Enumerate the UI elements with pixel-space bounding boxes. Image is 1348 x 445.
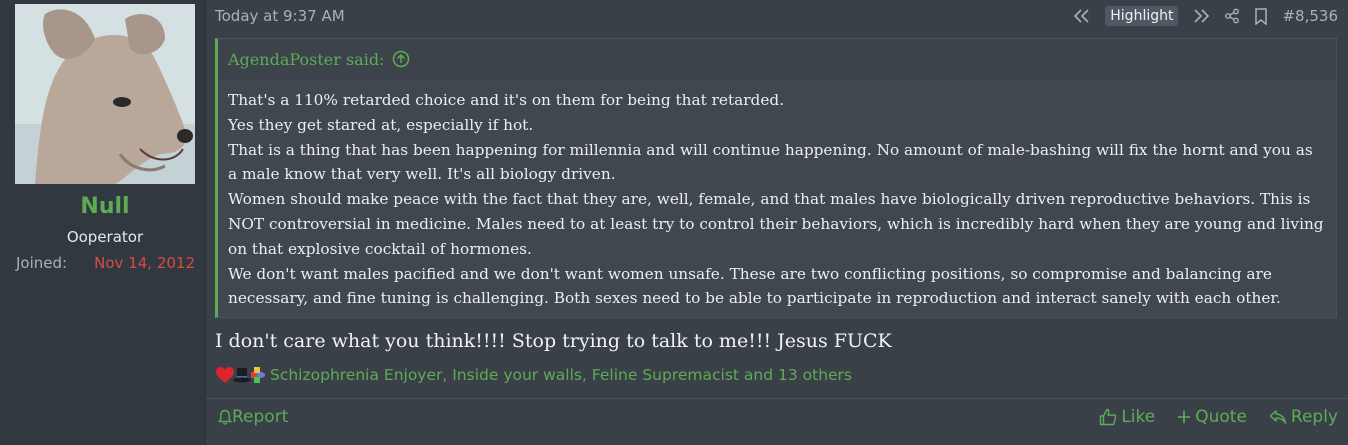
user-info-panel: Null Ooperator Joined: Nov 14, 2012 <box>0 0 206 445</box>
dog-avatar-icon[interactable] <box>15 4 195 184</box>
joined-date: Nov 14, 2012 <box>94 254 195 272</box>
reply-arrow-icon <box>1269 410 1287 424</box>
quote-line: Women should make peace with the fact th… <box>228 190 1324 258</box>
quote-label: Quote <box>1195 407 1247 427</box>
report-button[interactable]: Report <box>218 407 288 427</box>
post-actions: Like Quote Reply <box>1099 407 1338 427</box>
quote-block: AgendaPoster said: That's a 110% retarde… <box>215 38 1337 318</box>
thumbs-up-icon <box>1100 408 1117 426</box>
bookmark-icon[interactable] <box>1254 7 1268 25</box>
quote-line: That's a 110% retarded choice and it's o… <box>228 91 785 109</box>
puzzle-piece-icon[interactable] <box>249 366 267 384</box>
post-main: Today at 9:37 AM Highlight #8,536 Agenda… <box>206 0 1348 445</box>
quote-line: Yes they get stared at, especially if ho… <box>228 115 534 134</box>
user-title: Ooperator <box>66 228 144 246</box>
post-header-actions: Highlight #8,536 <box>1059 5 1338 27</box>
quote-line: That is a thing that has been happening … <box>228 140 1313 184</box>
quote-body: That's a 110% retarded choice and it's o… <box>218 79 1336 311</box>
bell-icon <box>218 409 232 425</box>
quote-author[interactable]: AgendaPoster said: <box>228 50 384 69</box>
reply-button[interactable]: Reply <box>1269 407 1338 427</box>
quote-button[interactable]: Quote <box>1177 407 1247 427</box>
post-timestamp[interactable]: Today at 9:37 AM <box>215 7 345 25</box>
quote-header[interactable]: AgendaPoster said: <box>218 39 1336 79</box>
report-label: Report <box>232 407 289 427</box>
reaction-icons[interactable] <box>215 366 267 384</box>
like-button[interactable]: Like <box>1099 407 1155 427</box>
arrow-up-circle-icon[interactable] <box>392 50 410 68</box>
username[interactable]: Null <box>0 194 210 219</box>
reactions-list[interactable]: Schizophrenia Enjoyer, Inside your walls… <box>270 366 852 384</box>
post-footer: Report Like Quote Reply <box>206 398 1348 439</box>
reply-label: Reply <box>1290 407 1338 427</box>
joined-label: Joined: <box>16 254 68 272</box>
rewind-icon[interactable] <box>1073 9 1091 23</box>
post-message: I don't care what you think!!!! Stop try… <box>215 330 892 352</box>
share-icon[interactable] <box>1224 8 1240 24</box>
like-label: Like <box>1121 407 1156 427</box>
plus-icon <box>1178 411 1191 423</box>
highlight-button[interactable]: Highlight <box>1105 6 1179 26</box>
reactions-bar[interactable]: Schizophrenia Enjoyer, Inside your walls… <box>215 366 852 384</box>
fast-forward-icon[interactable] <box>1192 9 1210 23</box>
quote-line: We don't want males pacified and we don'… <box>228 264 1281 308</box>
forum-post: Null Ooperator Joined: Nov 14, 2012 Toda… <box>0 0 1348 445</box>
post-number-link[interactable]: #8,536 <box>1282 7 1338 25</box>
